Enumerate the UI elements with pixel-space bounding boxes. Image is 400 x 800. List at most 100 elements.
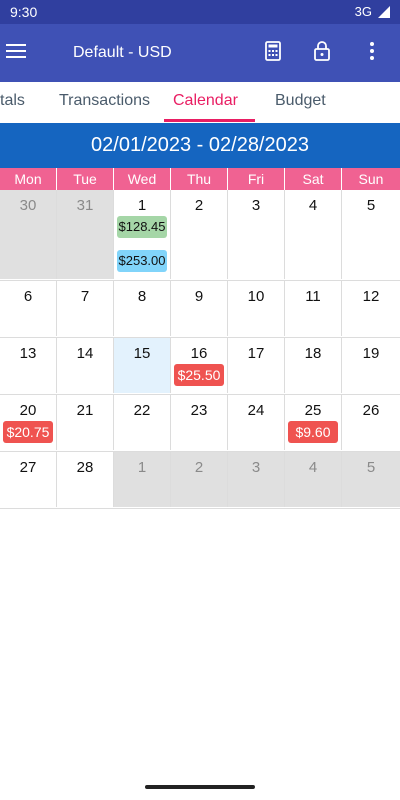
calendar-week: 20 $20.75 21 22 23 24 25 $9.60 26 — [0, 395, 400, 452]
calendar-day-cell[interactable]: 30 — [0, 190, 57, 279]
day-number: 8 — [137, 288, 147, 305]
weekday-sat: Sat — [285, 168, 342, 190]
tab-budget[interactable]: Budget — [275, 92, 326, 110]
status-time: 9:30 — [10, 4, 38, 20]
calendar-day-cell[interactable]: 11 — [285, 281, 342, 336]
day-number: 21 — [76, 402, 94, 419]
calendar-day-cell[interactable]: 21 — [57, 395, 114, 450]
calendar-day-cell[interactable]: 2 — [171, 452, 228, 507]
calendar-day-cell[interactable]: 14 — [57, 338, 114, 393]
tab-totals[interactable]: tals — [0, 92, 25, 110]
day-number: 5 — [366, 459, 376, 476]
calendar-day-cell[interactable]: 4 — [285, 452, 342, 507]
day-number: 28 — [76, 459, 94, 476]
day-number: 5 — [366, 197, 376, 214]
calendar-day-cell[interactable]: 6 — [0, 281, 57, 336]
calendar-week: 6 7 8 9 10 11 12 — [0, 281, 400, 338]
expense-amount-chip[interactable]: $25.50 — [174, 364, 224, 386]
day-number: 19 — [362, 345, 380, 362]
weekday-thu: Thu — [171, 168, 228, 190]
calendar-day-cell[interactable]: 16 $25.50 — [171, 338, 228, 393]
calendar-day-cell[interactable]: 9 — [171, 281, 228, 336]
day-number: 26 — [362, 402, 380, 419]
weekday-tue: Tue — [57, 168, 114, 190]
day-number: 20 — [19, 402, 37, 419]
calendar-day-cell[interactable]: 5 — [342, 452, 400, 507]
gesture-nav-bar[interactable] — [145, 785, 255, 789]
calculator-icon[interactable] — [261, 39, 285, 63]
weekday-row: Mon Tue Wed Thu Fri Sat Sun — [0, 168, 400, 191]
day-number: 18 — [304, 345, 322, 362]
day-number: 16 — [190, 345, 208, 362]
weekday-mon: Mon — [0, 168, 57, 190]
calendar-day-cell[interactable]: 27 — [0, 452, 57, 507]
network-type: 3G — [354, 4, 372, 19]
day-number: 2 — [194, 459, 204, 476]
day-number: 1 — [137, 197, 147, 214]
income-amount-chip[interactable]: $253.00 — [117, 250, 167, 272]
weekday-sun: Sun — [358, 171, 384, 187]
calendar-day-cell[interactable]: 3 — [228, 452, 285, 507]
day-number: 2 — [194, 197, 204, 214]
calendar-day-cell[interactable]: 7 — [57, 281, 114, 336]
calendar-day-cell[interactable]: 4 — [285, 190, 342, 279]
calendar-day-cell[interactable]: 2 — [171, 190, 228, 279]
calendar-day-cell[interactable]: 12 — [342, 281, 400, 336]
calendar-day-cell[interactable]: 26 — [342, 395, 400, 450]
calendar-day-cell[interactable]: 20 $20.75 — [0, 395, 57, 450]
calendar-day-cell[interactable]: 1 $128.45 $253.00 — [114, 190, 171, 279]
app-title: Default - USD — [73, 44, 172, 61]
day-number: 30 — [19, 197, 37, 214]
income-amount-chip[interactable]: $128.45 — [117, 216, 167, 238]
calendar-day-cell[interactable]: 13 — [0, 338, 57, 393]
tab-bar: tals Transactions Calendar Budget — [0, 82, 400, 122]
day-number: 6 — [23, 288, 33, 305]
calendar-day-cell[interactable]: 28 — [57, 452, 114, 507]
day-number: 31 — [76, 197, 94, 214]
date-range-header[interactable]: 02/01/2023 - 02/28/2023 — [0, 123, 400, 168]
calendar-day-cell[interactable]: 3 — [228, 190, 285, 279]
day-number: 4 — [308, 459, 318, 476]
active-tab-indicator — [164, 119, 255, 122]
menu-icon[interactable] — [6, 44, 26, 60]
calendar-day-cell[interactable]: 8 — [114, 281, 171, 336]
status-icons: 3G — [355, 4, 390, 19]
day-number: 15 — [133, 345, 151, 362]
calendar-day-cell[interactable]: 22 — [114, 395, 171, 450]
expense-amount-chip[interactable]: $9.60 — [288, 421, 338, 443]
calendar-day-cell[interactable]: 17 — [228, 338, 285, 393]
signal-icon — [378, 5, 390, 18]
day-number: 25 — [304, 402, 322, 419]
calendar-day-cell[interactable]: 25 $9.60 — [285, 395, 342, 450]
day-number: 7 — [80, 288, 90, 305]
calendar-day-cell[interactable]: 10 — [228, 281, 285, 336]
day-number: 24 — [247, 402, 265, 419]
day-number: 10 — [247, 288, 265, 305]
day-number: 9 — [194, 288, 204, 305]
weekday-wed: Wed — [114, 168, 171, 190]
status-bar: 9:30 3G — [0, 0, 400, 24]
more-vert-icon[interactable] — [360, 39, 384, 63]
calendar-week: 30 31 1 $128.45 $253.00 2 3 4 5 — [0, 190, 400, 281]
day-number: 12 — [362, 288, 380, 305]
calendar-day-cell[interactable]: 23 — [171, 395, 228, 450]
day-number: 3 — [251, 197, 261, 214]
calendar-day-cell[interactable]: 24 — [228, 395, 285, 450]
lock-icon[interactable] — [310, 39, 334, 63]
calendar-week: 27 28 1 2 3 4 5 — [0, 452, 400, 509]
calendar-day-cell[interactable]: 18 — [285, 338, 342, 393]
calendar-grid: 30 31 1 $128.45 $253.00 2 3 4 5 6 7 8 9 10 11 12 13 14 15 1… — [0, 190, 400, 509]
calendar-week: 13 14 15 16 $25.50 17 18 19 — [0, 338, 400, 395]
expense-amount-chip[interactable]: $20.75 — [3, 421, 53, 443]
day-number: 13 — [19, 345, 37, 362]
calendar-day-cell[interactable]: 19 — [342, 338, 400, 393]
day-number: 11 — [305, 288, 321, 305]
calendar-day-cell[interactable]: 5 — [342, 190, 400, 279]
tab-transactions[interactable]: Transactions — [59, 92, 150, 110]
calendar-day-cell[interactable]: 31 — [57, 190, 114, 279]
calendar-day-cell[interactable]: 1 — [114, 452, 171, 507]
tab-calendar[interactable]: Calendar — [173, 92, 238, 110]
day-number: 23 — [190, 402, 208, 419]
calendar-day-cell[interactable]: 15 — [114, 338, 171, 393]
app-bar: Default - USD — [0, 24, 400, 82]
